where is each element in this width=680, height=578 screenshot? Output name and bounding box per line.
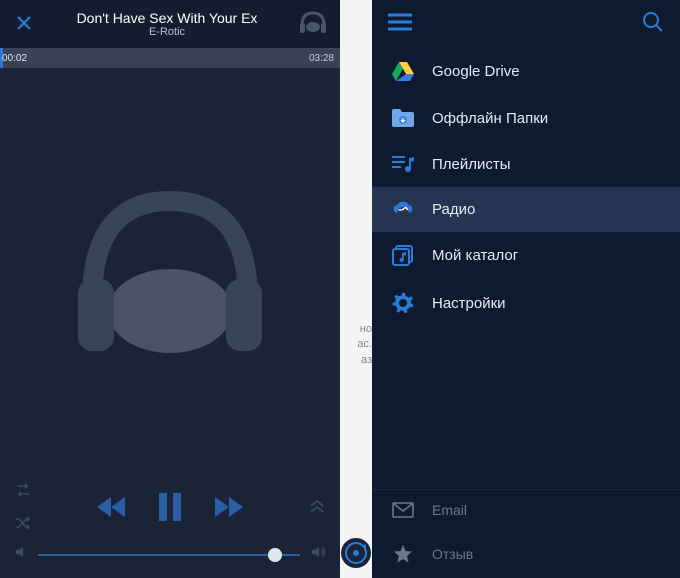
menu-item-feedback[interactable]: Отзыв [372, 531, 680, 578]
next-button[interactable] [211, 494, 245, 525]
menu-label: Отзыв [432, 546, 473, 562]
close-icon[interactable] [10, 11, 38, 37]
catalog-icon [390, 244, 416, 266]
radio-icon [390, 199, 416, 219]
menu-item-offline-folders[interactable]: Оффлайн Папки [372, 95, 680, 142]
playlists-icon [390, 154, 416, 174]
search-icon[interactable] [642, 11, 664, 38]
menu-label: Мой каталог [432, 247, 518, 264]
menu-item-email[interactable]: Email [372, 490, 680, 531]
folder-icon [390, 107, 416, 129]
menu-panel: но ас. аз Google Dr [340, 0, 680, 578]
menu-header [372, 0, 680, 48]
menu-list: Google Drive Оффлайн Папки Плейлисты Рад… [372, 48, 680, 489]
google-drive-icon [390, 60, 416, 82]
menu-label: Настройки [432, 295, 506, 312]
mini-player-icon[interactable] [341, 538, 371, 568]
player-header: Don't Have Sex With Your Ex E-Rotic [0, 0, 340, 48]
volume-thumb[interactable] [268, 548, 282, 562]
repeat-icon[interactable] [14, 483, 32, 502]
progress-bar[interactable]: 00:02 03:28 [0, 48, 340, 68]
volume-slider[interactable] [14, 545, 326, 564]
menu-item-settings[interactable]: Настройки [372, 279, 680, 328]
menu-item-google-drive[interactable]: Google Drive [372, 48, 680, 95]
volume-low-icon [14, 545, 28, 564]
chevron-up-icon[interactable] [308, 502, 326, 519]
time-elapsed: 00:02 [0, 53, 27, 64]
headphones-cloud-icon [296, 7, 330, 42]
pause-button[interactable] [157, 491, 183, 528]
time-total: 03:28 [309, 53, 340, 64]
menu-label: Google Drive [432, 63, 520, 80]
album-art [0, 68, 340, 473]
shuffle-icon[interactable] [14, 516, 32, 535]
track-info: Don't Have Sex With Your Ex E-Rotic [38, 10, 296, 38]
menu-item-radio[interactable]: Радио [372, 187, 680, 232]
menu-label: Оффлайн Папки [432, 110, 548, 127]
gear-icon [390, 291, 416, 315]
underlying-view-peek: но ас. аз [340, 0, 372, 578]
previous-button[interactable] [95, 494, 129, 525]
menu-label: Плейлисты [432, 156, 511, 173]
menu-footer: Email Отзыв [372, 489, 680, 578]
track-title: Don't Have Sex With Your Ex [38, 10, 296, 26]
track-artist: E-Rotic [38, 26, 296, 38]
menu-icon[interactable] [388, 13, 412, 36]
volume-track[interactable] [38, 554, 300, 556]
menu-item-catalog[interactable]: Мой каталог [372, 232, 680, 279]
player-panel: Don't Have Sex With Your Ex E-Rotic 00:0… [0, 0, 340, 578]
peek-text: но ас. аз [340, 322, 372, 368]
menu-label: Радио [432, 201, 475, 218]
side-menu: Google Drive Оффлайн Папки Плейлисты Рад… [372, 0, 680, 578]
email-icon [390, 502, 416, 518]
star-icon [390, 543, 416, 565]
menu-label: Email [432, 502, 467, 518]
menu-item-playlists[interactable]: Плейлисты [372, 142, 680, 187]
player-controls [0, 473, 340, 578]
volume-high-icon [310, 545, 326, 564]
